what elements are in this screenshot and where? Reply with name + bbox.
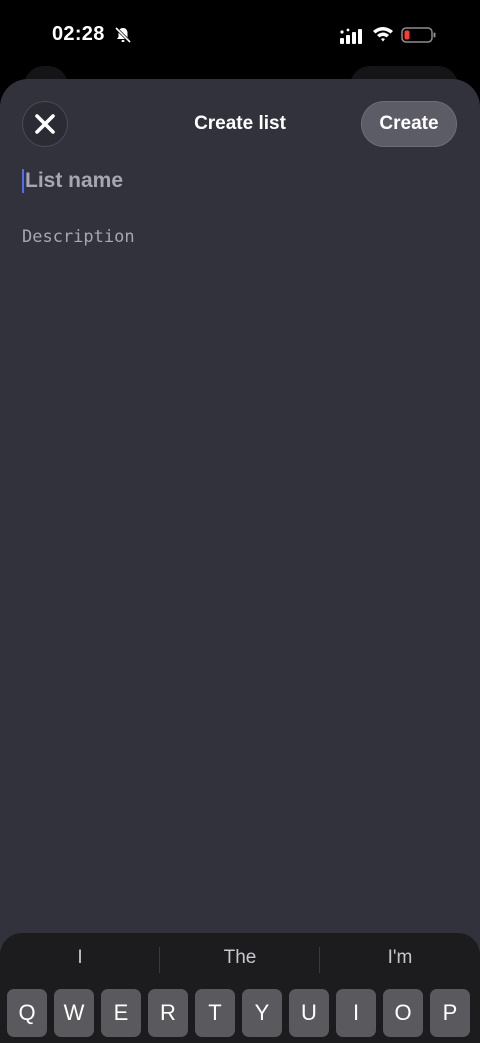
bell-slash-icon xyxy=(114,26,132,44)
key-r[interactable]: R xyxy=(148,989,188,1037)
create-button[interactable]: Create xyxy=(361,101,457,147)
description-input[interactable]: Description xyxy=(22,227,458,253)
key-y[interactable]: Y xyxy=(242,989,282,1037)
keyboard: I The I'm Q W E R T Y U I O P xyxy=(0,933,480,1043)
key-t[interactable]: T xyxy=(195,989,235,1037)
suggestion-item[interactable]: I xyxy=(0,947,160,969)
battery-low-icon xyxy=(401,27,436,43)
suggestion-item[interactable]: I'm xyxy=(320,947,480,969)
cellular-signal-icon xyxy=(340,28,362,44)
status-bar: 02:28 xyxy=(0,0,480,70)
list-name-placeholder: List name xyxy=(25,169,124,192)
key-p[interactable]: P xyxy=(430,989,470,1037)
suggestion-item[interactable]: The xyxy=(160,947,320,969)
key-w[interactable]: W xyxy=(54,989,94,1037)
key-u[interactable]: U xyxy=(289,989,329,1037)
status-time: 02:28 xyxy=(52,23,105,45)
text-cursor xyxy=(22,169,24,193)
list-name-input[interactable]: List name xyxy=(22,167,458,195)
key-e[interactable]: E xyxy=(101,989,141,1037)
wifi-icon xyxy=(373,27,393,42)
key-q[interactable]: Q xyxy=(7,989,47,1037)
create-list-sheet: Create list Create List name Description xyxy=(0,79,480,1043)
suggestion-bar: I The I'm xyxy=(0,933,480,985)
keyboard-row: Q W E R T Y U I O P xyxy=(6,989,474,1043)
key-o[interactable]: O xyxy=(383,989,423,1037)
key-i[interactable]: I xyxy=(336,989,376,1037)
